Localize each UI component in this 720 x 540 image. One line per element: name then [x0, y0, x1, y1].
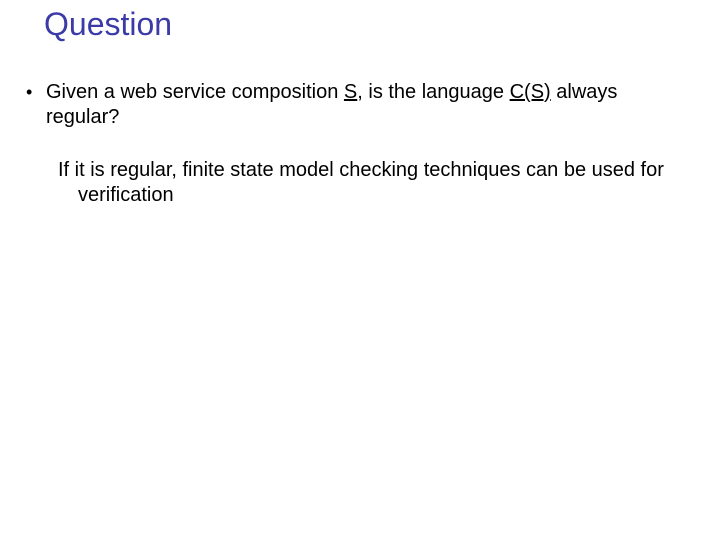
text-fragment: Given a web service composition [46, 81, 344, 103]
sub-paragraph: If it is regular, finite state model che… [58, 158, 696, 208]
text-fragment: , is the language [357, 81, 509, 103]
slide-title: Question [44, 6, 172, 43]
bullet-item: • Given a web service composition S, is … [24, 80, 696, 130]
slide: Question • Given a web service compositi… [0, 0, 720, 540]
bullet-text: Given a web service composition S, is th… [46, 80, 696, 130]
bullet-dot-icon: • [24, 80, 46, 104]
slide-body: • Given a web service composition S, is … [24, 80, 696, 208]
underlined-variable: S [344, 81, 357, 103]
underlined-variable: C(S) [510, 81, 551, 103]
